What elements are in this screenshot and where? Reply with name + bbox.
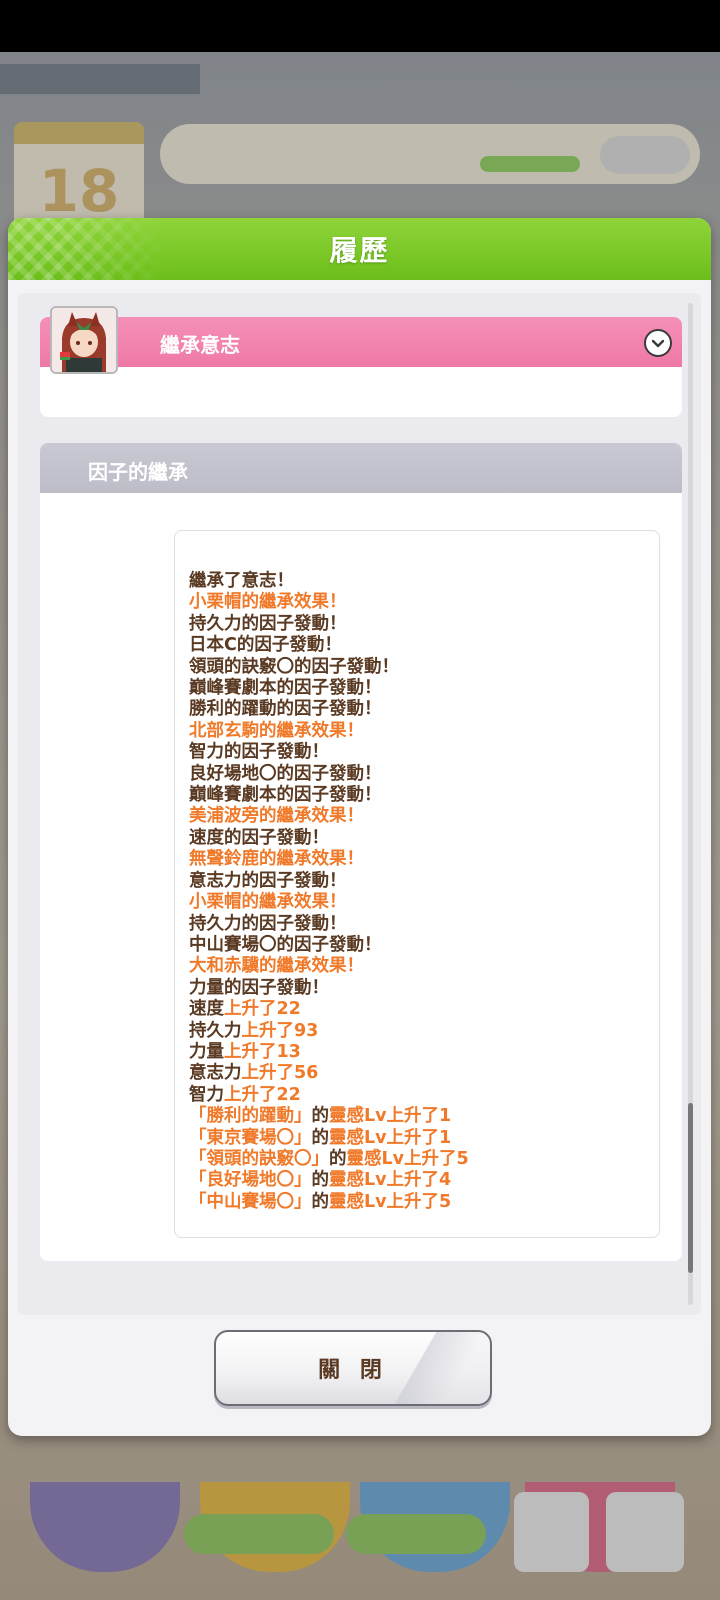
log-line: 「領頭的訣竅〇」的靈感Lv上升了5 <box>189 1149 645 1170</box>
log-line: 巔峰賽劇本的因子發動！ <box>189 678 645 699</box>
log-segment: 上升了56 <box>241 1063 319 1084</box>
log-line: 良好場地〇的因子發動！ <box>189 764 645 785</box>
log-segment: 「領頭的訣竅〇」 <box>189 1148 329 1169</box>
log-line: 意志力上升了56 <box>189 1063 645 1084</box>
log-line: 速度上升了22 <box>189 999 645 1020</box>
log-line: 領頭的訣竅〇的因子發動！ <box>189 657 645 678</box>
log-segment: 智力 <box>189 1084 224 1105</box>
inheritance-will-header[interactable]: 繼承意志 <box>40 317 682 367</box>
log-segment: 速度的因子發動！ <box>189 827 329 848</box>
history-dialog: 履歷 繼承意志 因子的繼承 繼承了意志！ 小栗帽的繼承效果！ 持久力的因子發動！ 日本… <box>8 218 711 1436</box>
close-button[interactable]: 關 閉 <box>214 1330 492 1406</box>
button-shine <box>370 1332 490 1404</box>
log-line: 「中山賽場〇」的靈感Lv上升了5 <box>189 1192 645 1213</box>
log-segment: 小栗帽的繼承效果！ <box>189 592 347 613</box>
log-line: 美浦波旁的繼承效果！ <box>189 806 645 827</box>
log-segment: 北部玄駒的繼承效果！ <box>189 720 364 741</box>
inheritance-log: 繼承了意志！ 小栗帽的繼承效果！ 持久力的因子發動！ 日本C的因子發動！ 領頭的訣竅〇的… <box>174 530 660 1238</box>
log-segment: 意志力 <box>189 1063 242 1084</box>
log-segment: 持久力的因子發動！ <box>189 913 347 934</box>
log-segment: 美浦波旁的繼承效果！ <box>189 806 364 827</box>
log-segment: 日本C的因子發動！ <box>189 635 342 656</box>
log-line: 北部玄駒的繼承效果！ <box>189 721 645 742</box>
log-line: 力量上升了13 <box>189 1042 645 1063</box>
log-segment: 靈感Lv上升了1 <box>329 1127 452 1148</box>
log-line: 速度的因子發動！ <box>189 828 645 849</box>
log-line: 小栗帽的繼承效果！ <box>189 892 645 913</box>
log-segment: 巔峰賽劇本的因子發動！ <box>189 678 382 699</box>
log-line: 持久力的因子發動！ <box>189 614 645 635</box>
log-segment: 上升了22 <box>224 999 301 1020</box>
log-line: 智力的因子發動！ <box>189 742 645 763</box>
log-segment: 的 <box>311 1106 330 1127</box>
log-line: 日本C的因子發動！ <box>189 635 645 656</box>
log-segment: 「東京賽場〇」 <box>189 1127 312 1148</box>
log-segment: 持久力 <box>189 1020 242 1041</box>
log-segment: 的 <box>311 1170 330 1191</box>
log-line: 無聲鈴鹿的繼承效果！ <box>189 849 645 870</box>
log-segment: 靈感Lv上升了4 <box>329 1170 452 1191</box>
scrollbar-thumb[interactable] <box>688 1103 693 1273</box>
log-segment: 領頭的訣竅〇的因子發動！ <box>189 656 399 677</box>
dialog-title: 履歷 <box>329 234 390 267</box>
log-segment: 大和赤驥的繼承效果！ <box>189 956 364 977</box>
log-segment: 力量的因子發動！ <box>189 977 329 998</box>
log-line: 勝利的躍動的因子發動！ <box>189 699 645 720</box>
scrollbar-track[interactable] <box>688 303 693 1305</box>
log-segment: 「良好場地〇」 <box>189 1170 312 1191</box>
log-segment: 力量 <box>189 1041 224 1062</box>
log-line: 繼承了意志！ <box>189 571 645 592</box>
inheritance-will-label: 繼承意志 <box>160 333 240 357</box>
log-segment: 巔峰賽劇本的因子發動！ <box>189 785 382 806</box>
log-segment: 智力的因子發動！ <box>189 742 329 763</box>
log-segment: 的 <box>311 1191 330 1212</box>
log-segment: 繼承了意志！ <box>189 571 294 591</box>
factor-inheritance-card: 因子的繼承 繼承了意志！ 小栗帽的繼承效果！ 持久力的因子發動！ 日本C的因子發動！領… <box>40 443 682 1261</box>
log-segment: 「勝利的躍動」 <box>189 1106 312 1127</box>
history-scroll-area[interactable]: 繼承意志 因子的繼承 繼承了意志！ 小栗帽的繼承效果！ 持久力的因子發動！ 日本C的因… <box>18 293 701 1315</box>
log-segment: 持久力的因子發動！ <box>189 613 347 634</box>
log-line: 大和赤驥的繼承效果！ <box>189 956 645 977</box>
log-segment: 靈感Lv上升了5 <box>329 1191 452 1212</box>
factor-inheritance-header: 因子的繼承 <box>40 443 682 493</box>
log-segment: 靈感Lv上升了1 <box>329 1106 452 1127</box>
log-segment: 勝利的躍動的因子發動！ <box>189 699 382 720</box>
log-segment: 良好場地〇的因子發動！ <box>189 763 382 784</box>
character-portrait-icon <box>52 308 116 372</box>
dialog-header: 履歷 <box>8 218 711 280</box>
log-segment: 上升了13 <box>224 1041 301 1062</box>
log-line: 持久力的因子發動！ <box>189 914 645 935</box>
log-line: 「勝利的躍動」的靈感Lv上升了1 <box>189 1106 645 1127</box>
log-line: 「東京賽場〇」的靈感Lv上升了1 <box>189 1128 645 1149</box>
log-segment: 的 <box>311 1127 330 1148</box>
log-line: 力量的因子發動！ <box>189 978 645 999</box>
log-line: 小栗帽的繼承效果！ <box>189 592 645 613</box>
factor-inheritance-label: 因子的繼承 <box>88 460 188 484</box>
log-line: 意志力的因子發動！ <box>189 871 645 892</box>
log-line: 巔峰賽劇本的因子發動！ <box>189 785 645 806</box>
log-segment: 無聲鈴鹿的繼承效果！ <box>189 849 364 870</box>
log-segment: 靈感Lv上升了5 <box>346 1148 469 1169</box>
log-line: 中山賽場〇的因子發動！ <box>189 935 645 956</box>
log-line: 「良好場地〇」的靈感Lv上升了4 <box>189 1170 645 1191</box>
header-pattern <box>8 218 168 280</box>
inheritance-will-card: 繼承意志 <box>40 317 682 417</box>
log-segment: 「中山賽場〇」 <box>189 1191 312 1212</box>
log-segment: 速度 <box>189 999 224 1020</box>
log-segment: 上升了93 <box>241 1020 319 1041</box>
close-button-label: 關 閉 <box>318 1358 388 1383</box>
log-line: 持久力上升了93 <box>189 1021 645 1042</box>
character-avatar <box>50 306 118 374</box>
log-segment: 小栗帽的繼承效果！ <box>189 892 347 913</box>
log-segment: 上升了22 <box>224 1084 301 1105</box>
log-segment: 中山賽場〇的因子發動！ <box>189 934 382 955</box>
log-segment: 的 <box>329 1148 347 1169</box>
log-line: 智力上升了22 <box>189 1085 645 1106</box>
chevron-down-icon[interactable] <box>644 329 672 357</box>
log-segment: 意志力的因子發動！ <box>189 870 347 891</box>
